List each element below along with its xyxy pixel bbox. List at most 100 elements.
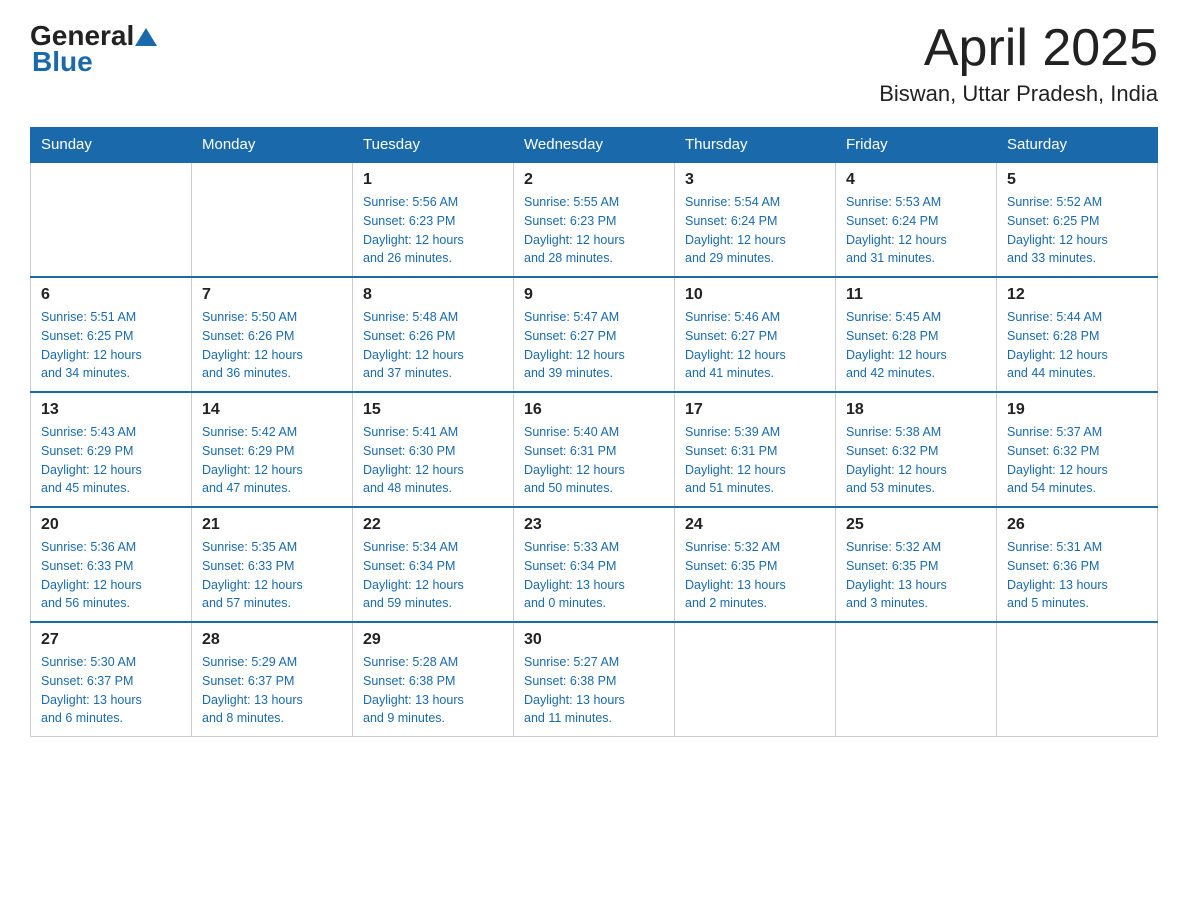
day-info: Sunrise: 5:28 AM Sunset: 6:38 PM Dayligh… <box>363 653 503 728</box>
day-number: 7 <box>202 286 342 304</box>
calendar-cell: 16Sunrise: 5:40 AM Sunset: 6:31 PM Dayli… <box>514 392 675 507</box>
day-number: 26 <box>1007 516 1147 534</box>
day-info: Sunrise: 5:52 AM Sunset: 6:25 PM Dayligh… <box>1007 193 1147 268</box>
calendar-cell: 13 Sunrise: 5:43 AM Sunset: 6:29 PM Dayli… <box>31 392 192 507</box>
day-info: Sunrise: 5:55 AM Sunset: 6:23 PM Dayligh… <box>524 193 664 268</box>
day-number: 27 <box>41 631 181 649</box>
day-info: Sunrise: 5:32 AM Sunset: 6:35 PM Dayligh… <box>846 538 986 613</box>
day-info: Sunrise: 5:44 AM Sunset: 6:28 PM Dayligh… <box>1007 308 1147 383</box>
day-number: 18 <box>846 401 986 419</box>
day-info: Sunrise: 5:30 AM Sunset: 6:37 PM Dayligh… <box>41 653 181 728</box>
day-number: 23 <box>524 516 664 534</box>
day-info: Sunrise: 5:38 AM Sunset: 6:32 PM Dayligh… <box>846 423 986 498</box>
day-number: 4 <box>846 171 986 189</box>
calendar-cell: 6Sunrise: 5:51 AM Sunset: 6:25 PM Daylig… <box>31 277 192 392</box>
day-info: Sunrise: 5:32 AM Sunset: 6:35 PM Dayligh… <box>685 538 825 613</box>
week-row-3: 13 Sunrise: 5:43 AM Sunset: 6:29 PM Dayli… <box>31 392 1158 507</box>
logo-blue-text: Blue <box>32 46 93 77</box>
day-number: 3 <box>685 171 825 189</box>
week-row-2: 6Sunrise: 5:51 AM Sunset: 6:25 PM Daylig… <box>31 277 1158 392</box>
calendar-cell: 9 Sunrise: 5:47 AM Sunset: 6:27 PM Daylig… <box>514 277 675 392</box>
day-number: 29 <box>363 631 503 649</box>
title-area: April 2025 Biswan, Uttar Pradesh, India <box>879 20 1158 107</box>
day-number: 10 <box>685 286 825 304</box>
weekday-header-sunday: Sunday <box>31 128 192 163</box>
calendar-cell: 26 Sunrise: 5:31 AM Sunset: 6:36 PM Dayli… <box>997 507 1158 622</box>
day-info: Sunrise: 5:29 AM Sunset: 6:37 PM Dayligh… <box>202 653 342 728</box>
calendar-cell <box>31 162 192 277</box>
day-number: 5 <box>1007 171 1147 189</box>
header: General Blue April 2025 Biswan, Uttar Pr… <box>30 20 1158 107</box>
week-row-1: 1Sunrise: 5:56 AM Sunset: 6:23 PM Daylig… <box>31 162 1158 277</box>
day-number: 13 <box>41 401 181 419</box>
day-number: 20 <box>41 516 181 534</box>
day-info: Sunrise: 5:27 AM Sunset: 6:38 PM Dayligh… <box>524 653 664 728</box>
calendar-cell: 27 Sunrise: 5:30 AM Sunset: 6:37 PM Dayli… <box>31 622 192 737</box>
calendar-cell: 21Sunrise: 5:35 AM Sunset: 6:33 PM Dayli… <box>192 507 353 622</box>
calendar-cell: 18 Sunrise: 5:38 AM Sunset: 6:32 PM Dayli… <box>836 392 997 507</box>
calendar-cell: 1Sunrise: 5:56 AM Sunset: 6:23 PM Daylig… <box>353 162 514 277</box>
logo-flag-icon <box>135 26 157 48</box>
calendar-table: SundayMondayTuesdayWednesdayThursdayFrid… <box>30 127 1158 737</box>
calendar-cell: 30 Sunrise: 5:27 AM Sunset: 6:38 PM Dayli… <box>514 622 675 737</box>
day-info: Sunrise: 5:43 AM Sunset: 6:29 PM Dayligh… <box>41 423 181 498</box>
day-number: 17 <box>685 401 825 419</box>
calendar-cell: 22 Sunrise: 5:34 AM Sunset: 6:34 PM Dayli… <box>353 507 514 622</box>
week-row-4: 20 Sunrise: 5:36 AM Sunset: 6:33 PM Dayli… <box>31 507 1158 622</box>
day-number: 16 <box>524 401 664 419</box>
day-info: Sunrise: 5:51 AM Sunset: 6:25 PM Dayligh… <box>41 308 181 383</box>
day-info: Sunrise: 5:33 AM Sunset: 6:34 PM Dayligh… <box>524 538 664 613</box>
weekday-header-saturday: Saturday <box>997 128 1158 163</box>
weekday-header-friday: Friday <box>836 128 997 163</box>
calendar-cell <box>836 622 997 737</box>
day-number: 15 <box>363 401 503 419</box>
day-info: Sunrise: 5:36 AM Sunset: 6:33 PM Dayligh… <box>41 538 181 613</box>
calendar-cell <box>675 622 836 737</box>
day-info: Sunrise: 5:45 AM Sunset: 6:28 PM Dayligh… <box>846 308 986 383</box>
day-info: Sunrise: 5:31 AM Sunset: 6:36 PM Dayligh… <box>1007 538 1147 613</box>
day-info: Sunrise: 5:42 AM Sunset: 6:29 PM Dayligh… <box>202 423 342 498</box>
day-number: 1 <box>363 171 503 189</box>
day-number: 30 <box>524 631 664 649</box>
day-info: Sunrise: 5:48 AM Sunset: 6:26 PM Dayligh… <box>363 308 503 383</box>
day-number: 11 <box>846 286 986 304</box>
calendar-cell: 19Sunrise: 5:37 AM Sunset: 6:32 PM Dayli… <box>997 392 1158 507</box>
day-info: Sunrise: 5:41 AM Sunset: 6:30 PM Dayligh… <box>363 423 503 498</box>
calendar-cell: 28Sunrise: 5:29 AM Sunset: 6:37 PM Dayli… <box>192 622 353 737</box>
calendar-cell: 15 Sunrise: 5:41 AM Sunset: 6:30 PM Dayli… <box>353 392 514 507</box>
day-number: 22 <box>363 516 503 534</box>
logo-area: General Blue <box>30 20 158 78</box>
day-info: Sunrise: 5:53 AM Sunset: 6:24 PM Dayligh… <box>846 193 986 268</box>
day-number: 9 <box>524 286 664 304</box>
calendar-cell: 8 Sunrise: 5:48 AM Sunset: 6:26 PM Daylig… <box>353 277 514 392</box>
weekday-header-row: SundayMondayTuesdayWednesdayThursdayFrid… <box>31 128 1158 163</box>
location-title: Biswan, Uttar Pradesh, India <box>879 81 1158 107</box>
day-info: Sunrise: 5:54 AM Sunset: 6:24 PM Dayligh… <box>685 193 825 268</box>
calendar-cell: 3 Sunrise: 5:54 AM Sunset: 6:24 PM Daylig… <box>675 162 836 277</box>
day-info: Sunrise: 5:34 AM Sunset: 6:34 PM Dayligh… <box>363 538 503 613</box>
calendar-cell: 7 Sunrise: 5:50 AM Sunset: 6:26 PM Daylig… <box>192 277 353 392</box>
weekday-header-tuesday: Tuesday <box>353 128 514 163</box>
calendar-cell: 11 Sunrise: 5:45 AM Sunset: 6:28 PM Dayli… <box>836 277 997 392</box>
day-number: 19 <box>1007 401 1147 419</box>
calendar-cell: 2Sunrise: 5:55 AM Sunset: 6:23 PM Daylig… <box>514 162 675 277</box>
weekday-header-thursday: Thursday <box>675 128 836 163</box>
calendar-cell: 12Sunrise: 5:44 AM Sunset: 6:28 PM Dayli… <box>997 277 1158 392</box>
calendar-cell <box>192 162 353 277</box>
calendar-cell: 5 Sunrise: 5:52 AM Sunset: 6:25 PM Daylig… <box>997 162 1158 277</box>
day-info: Sunrise: 5:35 AM Sunset: 6:33 PM Dayligh… <box>202 538 342 613</box>
day-info: Sunrise: 5:47 AM Sunset: 6:27 PM Dayligh… <box>524 308 664 383</box>
day-number: 14 <box>202 401 342 419</box>
calendar-cell <box>997 622 1158 737</box>
month-title: April 2025 <box>879 20 1158 77</box>
day-number: 8 <box>363 286 503 304</box>
calendar-cell: 24 Sunrise: 5:32 AM Sunset: 6:35 PM Dayli… <box>675 507 836 622</box>
day-number: 25 <box>846 516 986 534</box>
calendar-cell: 23 Sunrise: 5:33 AM Sunset: 6:34 PM Dayli… <box>514 507 675 622</box>
day-info: Sunrise: 5:50 AM Sunset: 6:26 PM Dayligh… <box>202 308 342 383</box>
weekday-header-wednesday: Wednesday <box>514 128 675 163</box>
day-number: 24 <box>685 516 825 534</box>
calendar-cell: 17Sunrise: 5:39 AM Sunset: 6:31 PM Dayli… <box>675 392 836 507</box>
day-info: Sunrise: 5:46 AM Sunset: 6:27 PM Dayligh… <box>685 308 825 383</box>
week-row-5: 27 Sunrise: 5:30 AM Sunset: 6:37 PM Dayli… <box>31 622 1158 737</box>
